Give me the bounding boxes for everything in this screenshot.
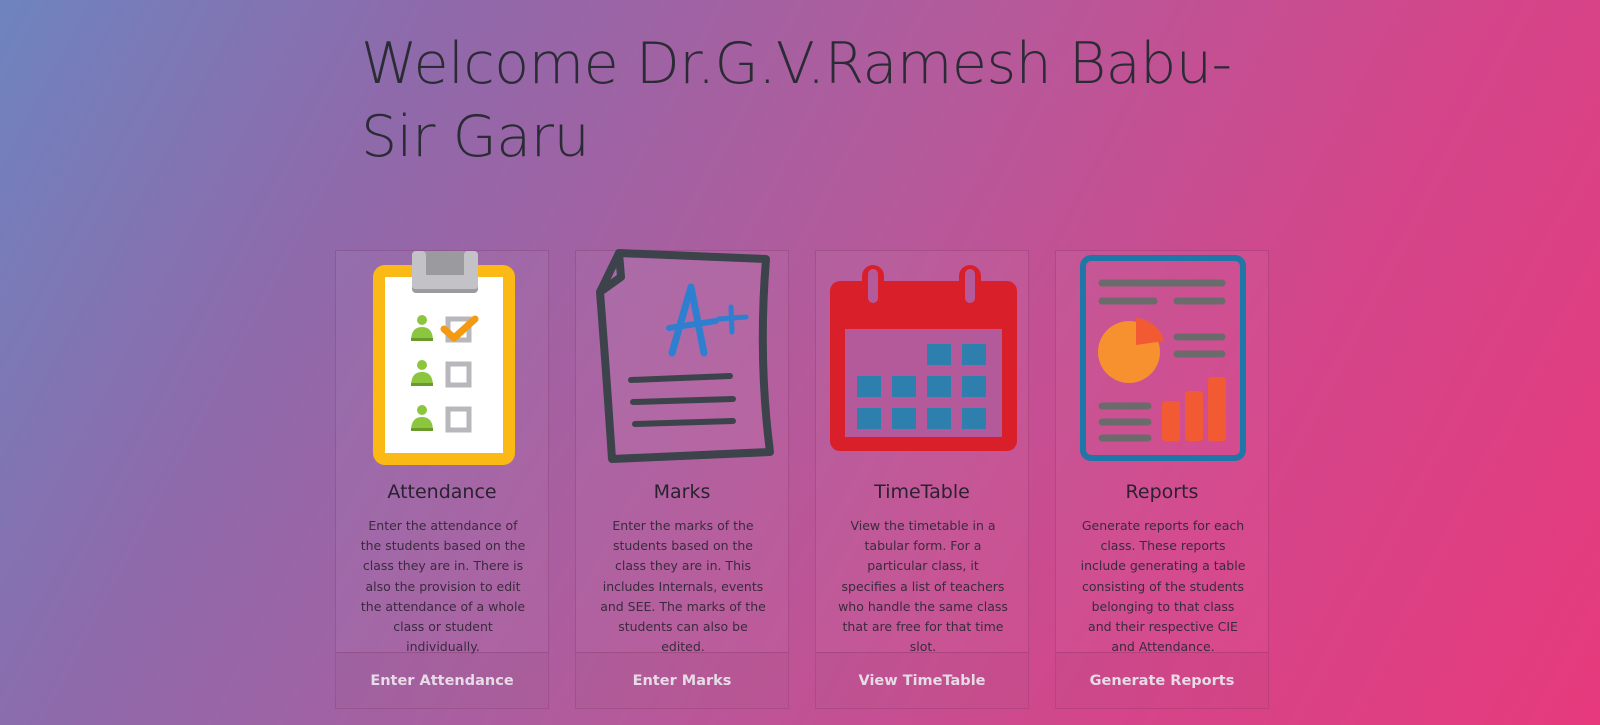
- attendance-clipboard-icon: [336, 249, 550, 471]
- enter-marks-link[interactable]: Enter Marks: [633, 673, 732, 689]
- view-timetable-link[interactable]: View TimeTable: [858, 673, 985, 689]
- report-chart-icon: [1056, 249, 1270, 471]
- generate-reports-link[interactable]: Generate Reports: [1090, 673, 1235, 689]
- calendar-icon: [816, 249, 1030, 471]
- marks-card: Marks Enter the marks of the students ba…: [575, 249, 790, 709]
- timetable-title: TimeTable: [874, 481, 970, 503]
- feature-cards: Attendance Enter the attendance of the s…: [335, 249, 1271, 710]
- enter-attendance-link[interactable]: Enter Attendance: [370, 673, 513, 689]
- attendance-footer: Enter Attendance: [336, 652, 548, 708]
- marks-title: Marks: [653, 481, 711, 503]
- timetable-footer: View TimeTable: [816, 652, 1028, 708]
- timetable-card: TimeTable View the timetable in a tabula…: [815, 250, 1029, 709]
- reports-description: Generate reports for each class. These r…: [1080, 518, 1246, 655]
- reports-footer: Generate Reports: [1056, 652, 1268, 708]
- attendance-title: Attendance: [387, 481, 497, 503]
- attendance-description: Enter the attendance of the students bas…: [360, 518, 526, 655]
- welcome-heading: Welcome Dr.G.V.Ramesh Babu-Sir Garu: [361, 31, 1232, 170]
- reports-card: Reports Generate reports for each class.…: [1055, 250, 1269, 709]
- attendance-card: Attendance Enter the attendance of the s…: [335, 250, 549, 709]
- timetable-description: View the timetable in a tabular form. Fo…: [838, 518, 1008, 655]
- marks-footer: Enter Marks: [576, 652, 788, 708]
- marks-description: Enter the marks of the students based on…: [600, 518, 766, 655]
- reports-title: Reports: [1125, 481, 1199, 503]
- marks-paper-icon: [576, 249, 790, 471]
